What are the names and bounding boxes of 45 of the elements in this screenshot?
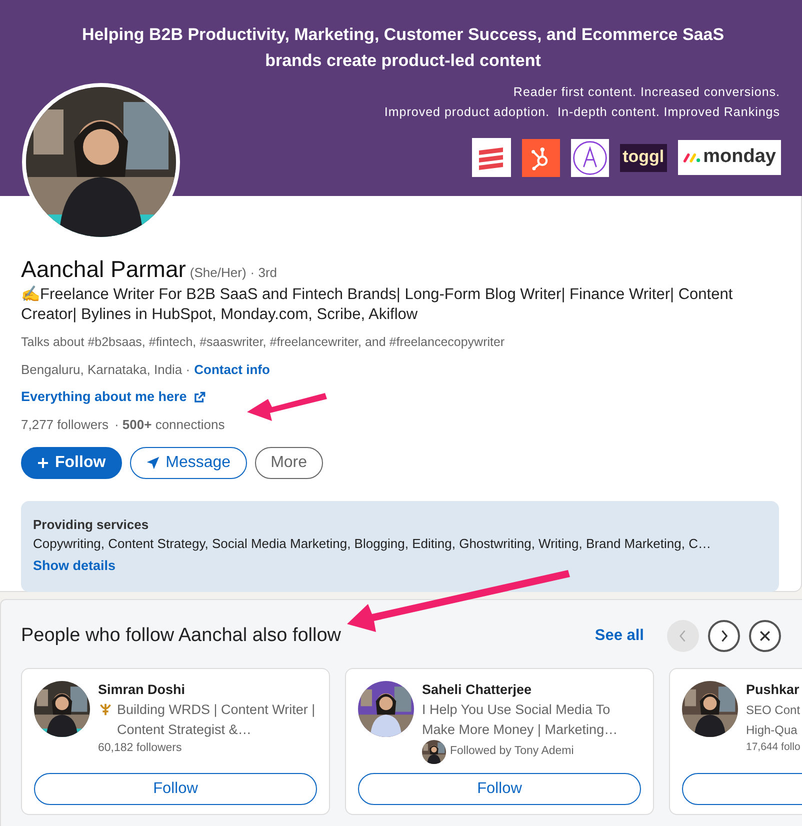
triangle-logo-icon xyxy=(570,138,609,176)
person-name: Saheli Chatterjee xyxy=(422,681,533,699)
follower-count: 60,182 followers xyxy=(98,741,182,756)
profile-headline: ✍Freelance Writer For B2B SaaS and Fintech Brands| Long-Form Blog Writer| Finance Writer| Content Creator| Bylines in HubSpot, Monday.com, Scribe, Akiflow xyxy=(21,285,734,325)
profile-name: Aanchal Parmar xyxy=(21,255,186,283)
external-link-icon xyxy=(192,390,206,404)
close-button[interactable] xyxy=(749,620,781,652)
monday-wordmark: monday xyxy=(703,145,776,170)
profile-action-button[interactable]: Follow xyxy=(21,446,122,479)
profile-action-button[interactable]: Message xyxy=(130,446,247,479)
banner-tagline: Reader first content. Increased conversions. xyxy=(513,84,780,101)
person-name: Simran Doshi xyxy=(98,681,186,699)
contact-info-link[interactable]: Contact info xyxy=(194,360,270,380)
dots-icon xyxy=(683,152,702,163)
person-name: Pushkar xyxy=(746,681,800,699)
pronouns-text: (She/Her) xyxy=(190,264,246,282)
follow-button[interactable]: Follow xyxy=(34,773,317,805)
banner-tagline: Improved product adoption. In-depth content. Improved Rankings xyxy=(384,104,780,121)
close-icon xyxy=(758,629,772,643)
see-all-link[interactable]: See all xyxy=(594,624,644,648)
toggl-logo: toggl xyxy=(620,144,668,172)
next-button[interactable] xyxy=(708,620,740,652)
section-title: People who follow Aanchal also follow xyxy=(21,624,342,648)
plus-icon xyxy=(37,456,49,469)
connections-count: · 500+ connections xyxy=(114,416,225,434)
hub-logo-icon xyxy=(522,138,560,176)
person-headline: I Help You Use Social Media To Make More Money | Marketing… xyxy=(422,701,619,739)
talks-about-text: Talks about #b2bsaas, #fintech, #saaswriter, #freelancewriter, and #freelancecopywriter xyxy=(21,334,506,351)
banner-headline: Helping B2B Productivity, Marketing, Customer Success, and Ecommerce SaaS xyxy=(80,24,724,46)
location-text: Bengaluru, Karnataka, India · xyxy=(21,360,190,379)
connection-degree: · 3rd xyxy=(250,264,278,282)
person-headline: SEO Cont High-Qua xyxy=(746,702,802,739)
send-icon xyxy=(146,456,160,470)
show-details-link[interactable]: Show details xyxy=(33,558,116,573)
stripes-logo-icon xyxy=(472,138,511,177)
person-headline: Building WRDS | Content Writer | Content Strategist &… xyxy=(117,701,316,739)
followers-count: 7,277 followers xyxy=(21,416,108,434)
profile-action-button[interactable]: More xyxy=(254,446,324,479)
banner-headline: brands create product-led content xyxy=(264,50,541,72)
follow-button[interactable]: Follow xyxy=(358,773,641,805)
follower-count: 17,644 follo xyxy=(746,740,800,755)
services-text: Copywriting, Content Strategy, Social Media Marketing, Blogging, Editing, Ghostwriting, Writing, Brand Marketing, C… xyxy=(33,535,712,554)
website-link[interactable]: Everything about me here xyxy=(21,387,206,408)
followed-by-text: Followed by Tony Ademi xyxy=(450,744,574,760)
services-title: Providing services xyxy=(33,516,150,534)
